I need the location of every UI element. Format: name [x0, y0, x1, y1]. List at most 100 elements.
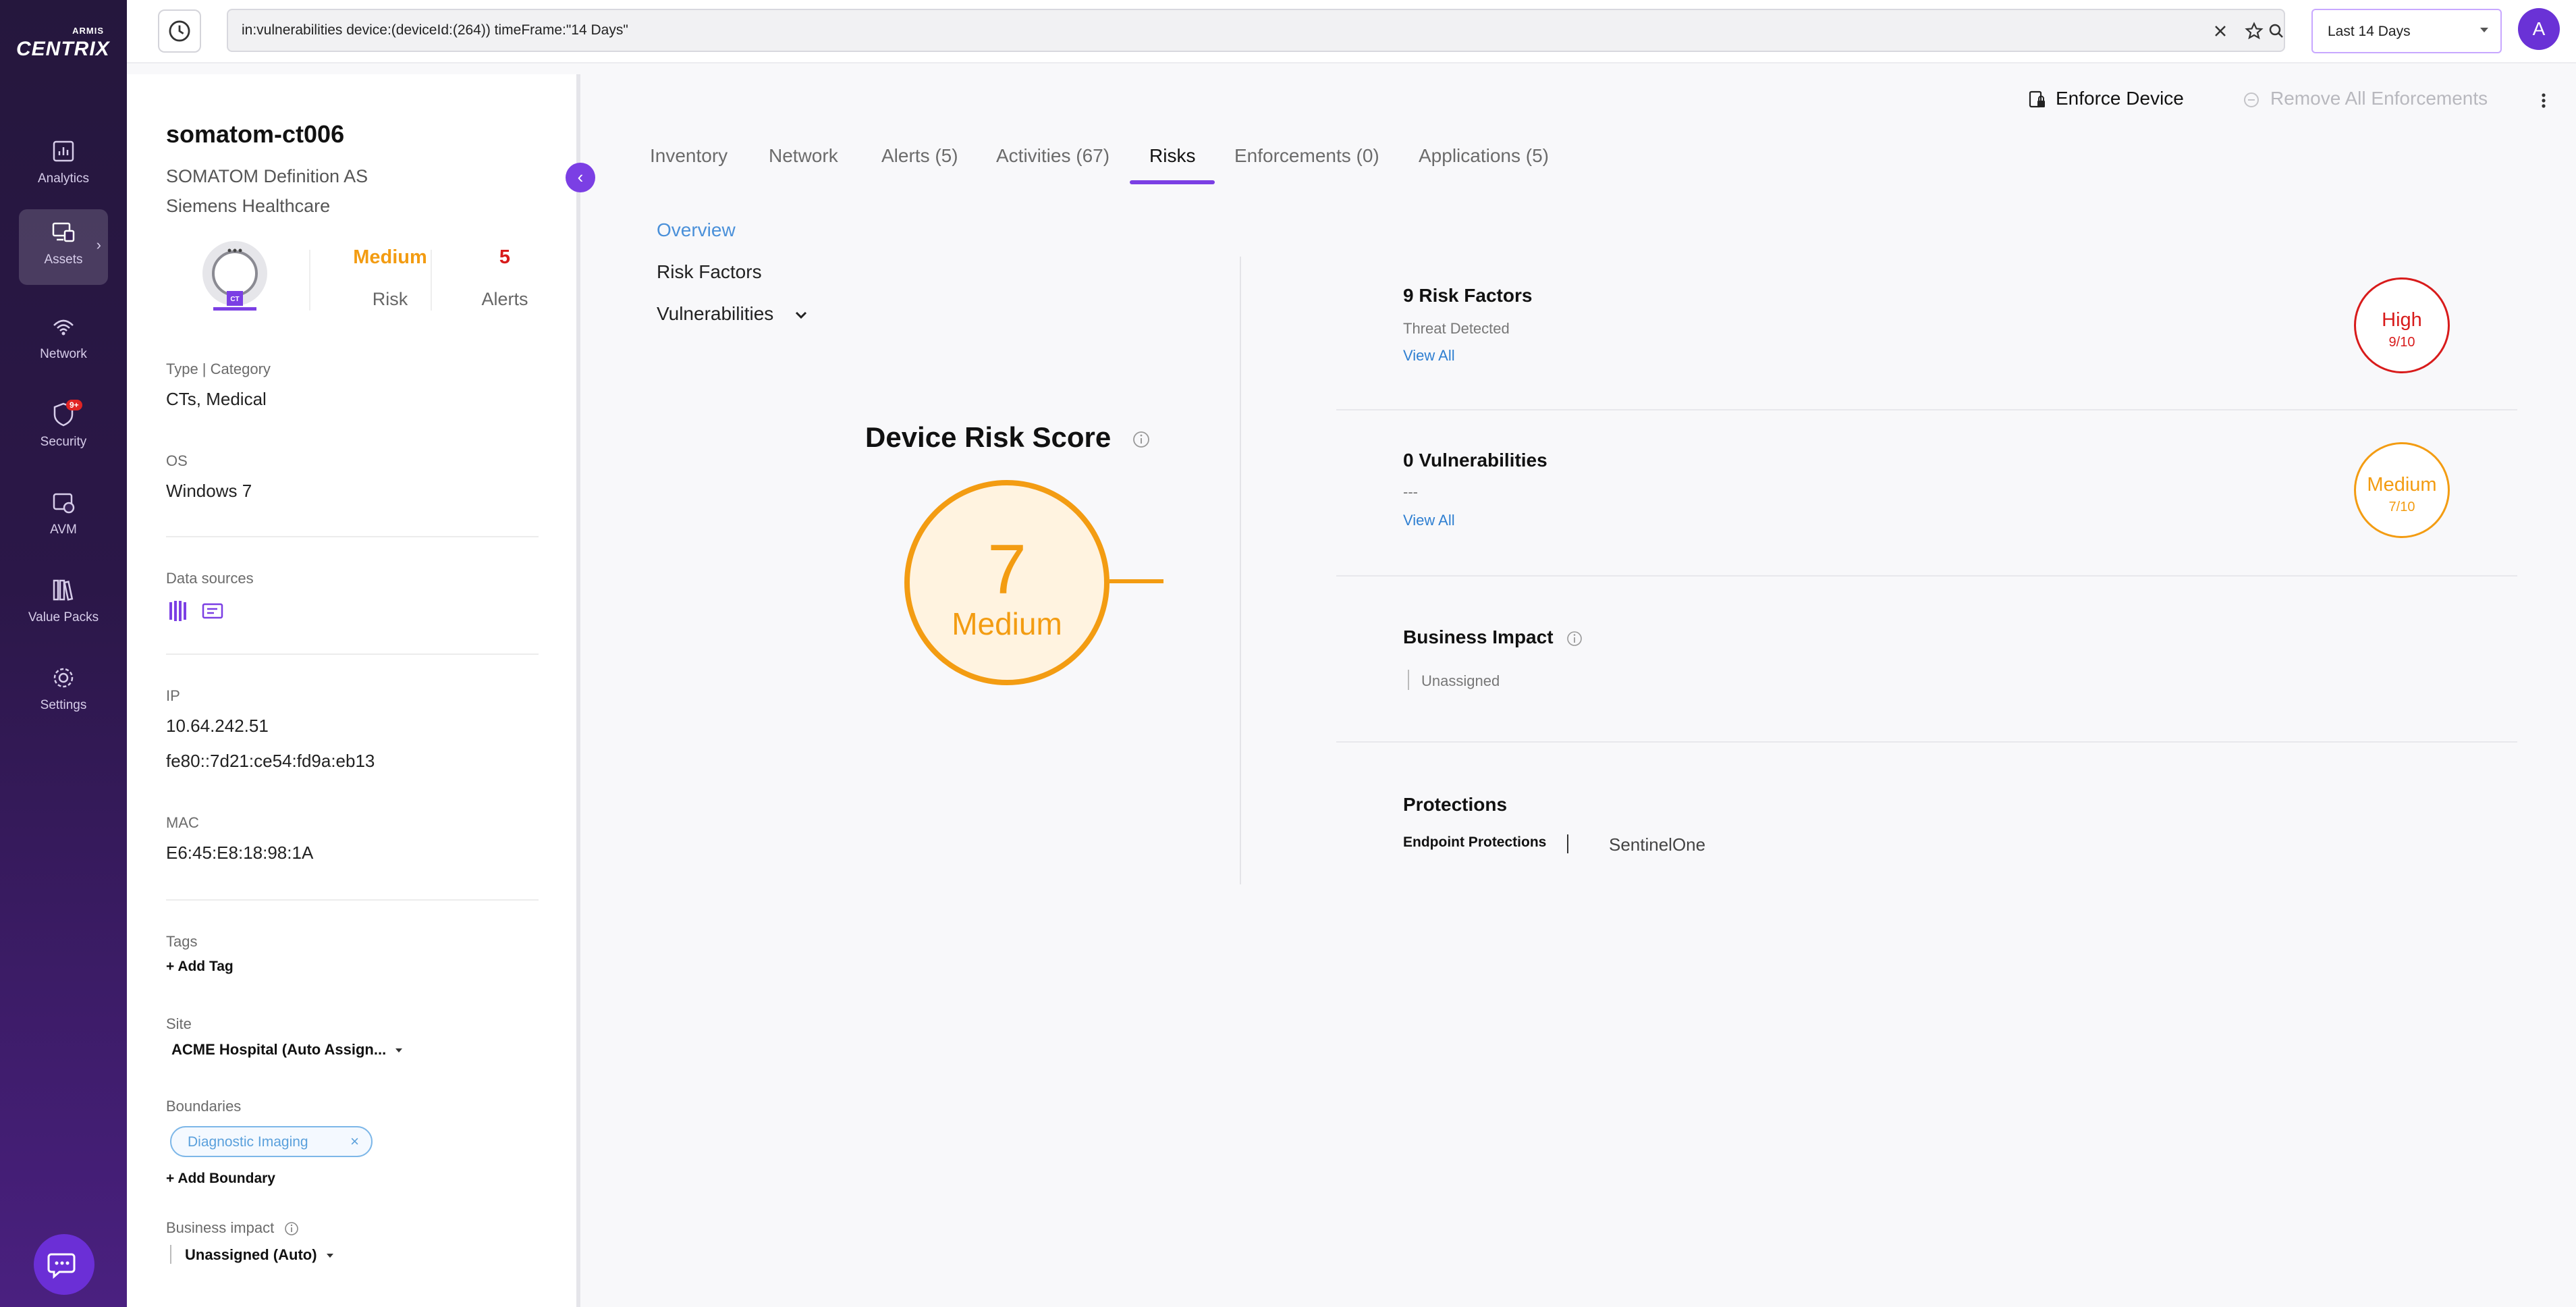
boundary-chip[interactable]: Diagnostic Imaging × — [170, 1126, 373, 1157]
chevron-left-icon: ‹ — [577, 167, 584, 187]
risk-label: Risk — [372, 289, 408, 309]
star-icon[interactable] — [2243, 20, 2266, 43]
risk-factors-level: High — [2382, 309, 2422, 331]
mac-label: MAC — [166, 814, 199, 831]
close-icon[interactable]: × — [350, 1133, 359, 1150]
alerts-count[interactable]: 5 — [451, 246, 559, 269]
data-source-endpoint-icon — [202, 603, 223, 619]
risk-level: Medium — [353, 246, 427, 268]
divider — [170, 1245, 171, 1264]
divider — [1336, 575, 2517, 577]
boundaries-label: Boundaries — [166, 1098, 242, 1115]
type-value: CTs, Medical — [166, 389, 267, 409]
chat-icon — [47, 1253, 76, 1279]
tab-activities[interactable]: Activities (67) — [996, 145, 1109, 167]
business-impact-label-text: Business impact — [166, 1219, 275, 1236]
nav-item-settings[interactable]: Settings — [19, 655, 108, 730]
tab-enforcements[interactable]: Enforcements (0) — [1234, 145, 1379, 167]
nav-item-security[interactable]: 9+ Security — [19, 392, 108, 467]
divider — [309, 250, 310, 311]
risks-nav-overview[interactable]: Overview — [657, 219, 736, 241]
divider — [1408, 670, 1409, 690]
business-impact-value[interactable]: Unassigned — [1421, 672, 1500, 690]
search-bar — [227, 9, 2285, 52]
nav-label: Analytics — [37, 171, 90, 186]
business-impact-select[interactable]: Unassigned (Auto) — [185, 1246, 333, 1264]
tab-applications[interactable]: Applications (5) — [1419, 145, 1549, 167]
nav-label: AVM — [50, 523, 77, 537]
time-range-select[interactable]: Last 14 Days — [2311, 9, 2502, 53]
user-avatar[interactable]: A — [2518, 8, 2560, 50]
time-range-value: Last 14 Days — [2328, 24, 2411, 39]
vulnerabilities-subtitle: --- — [1403, 483, 1418, 500]
chevron-down-icon — [2480, 28, 2488, 32]
business-impact-title-text: Business Impact — [1403, 626, 1554, 647]
risks-nav-vulnerabilities-label: Vulnerabilities — [657, 303, 774, 324]
data-sources-label: Data sources — [166, 570, 254, 587]
site-select[interactable]: ACME Hospital (Auto Assign... — [171, 1041, 403, 1059]
tab-network[interactable]: Network — [769, 145, 838, 167]
nav-label: Security — [40, 435, 87, 449]
nav-item-value-packs[interactable]: Value Packs — [19, 567, 108, 643]
type-label: Type | Category — [166, 361, 271, 377]
risk-factors-title: 9 Risk Factors — [1403, 285, 1533, 306]
business-impact-value: Unassigned (Auto) — [185, 1246, 317, 1263]
ct-scanner-icon: CT — [202, 241, 267, 311]
alerts-label: Alerts — [481, 289, 528, 309]
clear-icon[interactable] — [2209, 20, 2232, 43]
collapse-panel-button[interactable]: ‹ — [566, 163, 595, 192]
vulnerabilities-level-circle: Medium 7/10 — [2354, 442, 2450, 538]
vulnerabilities-view-all-link[interactable]: View All — [1403, 512, 1455, 529]
search-input[interactable] — [240, 17, 2130, 44]
logo-brand-small: ARMIS — [72, 26, 104, 36]
active-tab-indicator — [1130, 180, 1215, 184]
help-chat-button[interactable] — [34, 1234, 94, 1295]
site-label: Site — [166, 1015, 192, 1032]
nav-item-assets[interactable]: Assets › — [19, 209, 108, 285]
remove-all-enforcements-button[interactable]: Remove All Enforcements — [2242, 88, 2488, 109]
divider — [1240, 257, 1241, 884]
divider — [1567, 834, 1568, 853]
remove-all-label: Remove All Enforcements — [2270, 88, 2488, 109]
chevron-down-icon — [796, 311, 807, 319]
os-value: Windows 7 — [166, 481, 252, 501]
network-icon — [53, 319, 74, 336]
risk-factors-view-all-link[interactable]: View All — [1403, 347, 1455, 365]
nav-label: Settings — [40, 698, 87, 712]
nav-label: Value Packs — [28, 610, 99, 624]
info-icon[interactable] — [283, 1221, 300, 1237]
analytics-icon — [53, 140, 74, 162]
device-vendor: Siemens Healthcare — [166, 196, 331, 216]
tab-alerts[interactable]: Alerts (5) — [881, 145, 958, 167]
os-label: OS — [166, 452, 188, 469]
enforce-device-button[interactable]: Enforce Device — [2027, 88, 2184, 110]
app-logo[interactable]: ARMIS CENTRIX — [11, 26, 119, 66]
add-tag-button[interactable]: + Add Tag — [166, 959, 234, 975]
clock-icon — [169, 20, 190, 42]
risk-factors-subtitle: Threat Detected — [1403, 320, 1510, 337]
nav-item-network[interactable]: Network — [19, 304, 108, 379]
vulnerabilities-score: 7/10 — [2388, 500, 2415, 514]
more-vertical-icon[interactable] — [2535, 90, 2552, 111]
device-name: somatom-ct006 — [166, 120, 345, 148]
ipv6-value: fe80::7d21:ce54:fd9a:eb13 — [166, 751, 375, 771]
nav-item-avm[interactable]: AVM — [19, 479, 108, 555]
device-panel: somatom-ct006 SOMATOM Definition AS Siem… — [127, 74, 580, 1307]
nav-label: Assets — [44, 252, 83, 267]
nav-item-analytics[interactable]: Analytics — [19, 128, 108, 204]
device-risk-score-title: Device Risk Score — [865, 421, 1151, 454]
search-icon[interactable] — [2265, 20, 2288, 43]
ipv4-value: 10.64.242.51 — [166, 716, 269, 736]
left-nav: ARMIS CENTRIX Analytics Assets › Network — [0, 0, 127, 1307]
tab-risks[interactable]: Risks — [1149, 145, 1195, 167]
tags-label: Tags — [166, 933, 198, 950]
add-boundary-button[interactable]: + Add Boundary — [166, 1171, 275, 1187]
risk-factors-score: 9/10 — [2388, 335, 2415, 350]
info-icon[interactable] — [1131, 429, 1151, 450]
tab-inventory[interactable]: Inventory — [650, 145, 728, 167]
business-impact-title: Business Impact — [1403, 626, 1584, 648]
risks-nav-vulnerabilities[interactable]: Vulnerabilities — [657, 303, 809, 325]
info-icon[interactable] — [1565, 629, 1584, 648]
history-button[interactable] — [158, 9, 201, 53]
risks-nav-risk-factors[interactable]: Risk Factors — [657, 261, 762, 283]
